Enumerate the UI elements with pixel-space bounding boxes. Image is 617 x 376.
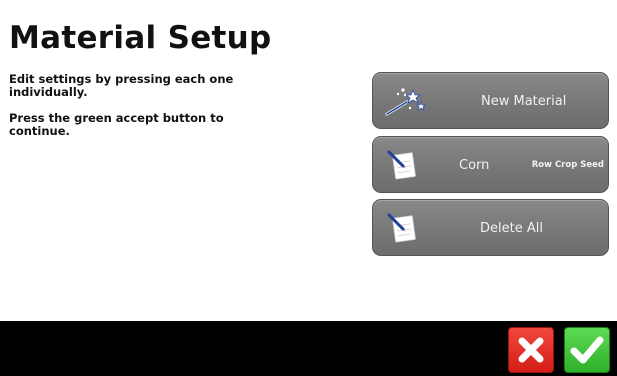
edit-notepad-icon bbox=[383, 209, 427, 247]
delete-all-label: Delete All bbox=[480, 221, 543, 236]
corn-crop-type: Row Crop Seed bbox=[531, 160, 604, 170]
new-material-label: New Material bbox=[481, 94, 567, 109]
material-setup-screen: Material Setup Edit settings by pressing… bbox=[0, 0, 617, 376]
cancel-button[interactable] bbox=[508, 327, 554, 373]
corn-material-button[interactable]: Corn Row Crop Seed bbox=[372, 136, 609, 193]
edit-notepad-icon bbox=[383, 146, 427, 184]
delete-all-button[interactable]: Delete All bbox=[372, 199, 609, 256]
corn-label: Corn bbox=[459, 158, 490, 173]
checkmark-icon bbox=[570, 336, 604, 364]
instruction-line-1: Edit settings by pressing each one indiv… bbox=[9, 72, 234, 99]
new-material-button[interactable]: New Material bbox=[372, 72, 609, 129]
instruction-line-2: Press the green accept button to continu… bbox=[9, 111, 224, 138]
instructions-text: Edit settings by pressing each one indiv… bbox=[9, 73, 279, 151]
magic-wand-icon bbox=[383, 82, 427, 120]
page-title: Material Setup bbox=[9, 20, 272, 56]
accept-button[interactable] bbox=[564, 327, 610, 373]
close-icon bbox=[518, 337, 544, 363]
